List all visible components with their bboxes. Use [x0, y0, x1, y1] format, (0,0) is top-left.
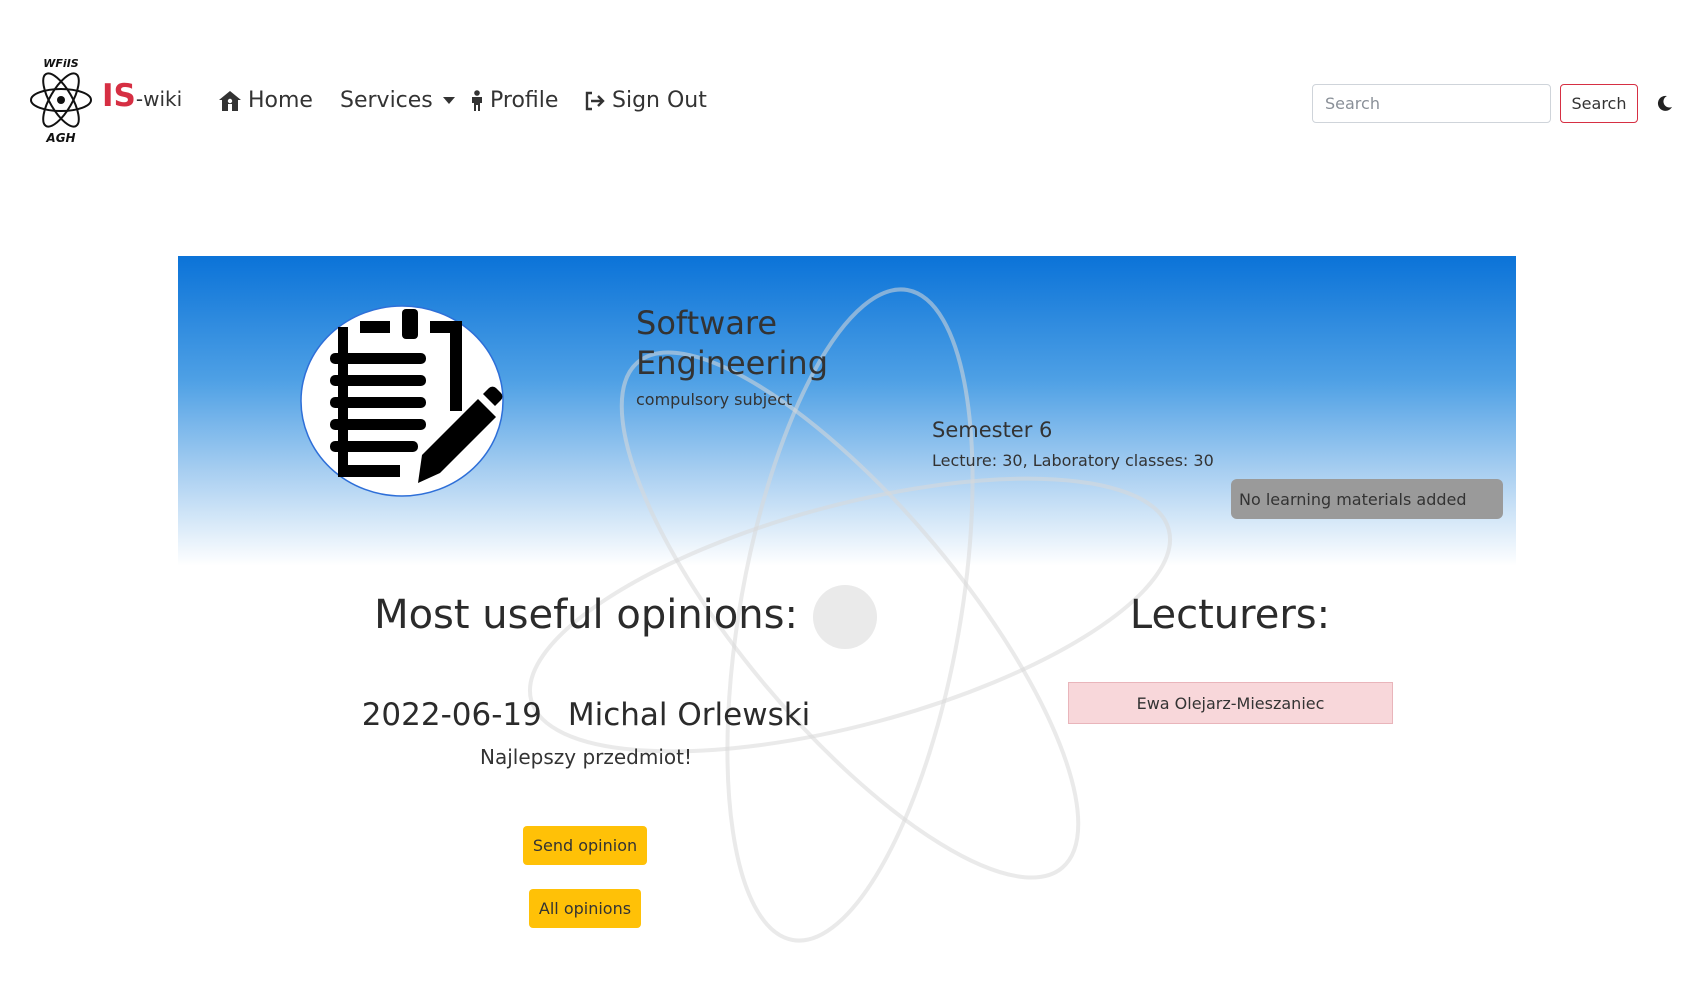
all-opinions-button[interactable]: All opinions	[529, 889, 641, 928]
navbar: WFiIS AGH IS-wiki Home Services Profile …	[0, 0, 1703, 210]
chevron-down-icon	[442, 97, 455, 104]
opinion-date: 2022-06-19	[361, 697, 542, 733]
search-input[interactable]	[1312, 84, 1551, 123]
subject-type: compulsory subject	[636, 390, 793, 409]
lecturer-item[interactable]: Ewa Olejarz-Mieszaniec	[1068, 682, 1393, 724]
semester-label: Semester 6	[932, 418, 1053, 442]
brand-prefix: IS	[102, 78, 136, 114]
hours-label: Lecture: 30, Laboratory classes: 30	[932, 451, 1214, 470]
subject-title: Software Engineering	[636, 304, 828, 382]
nav-profile-label: Profile	[490, 88, 559, 113]
opinion-header: 2022-06-19 Michal Orlewski	[336, 697, 836, 733]
svg-text:AGH: AGH	[45, 131, 75, 145]
person-icon	[472, 89, 482, 111]
svg-text:WFiIS: WFiIS	[43, 57, 79, 70]
nav-services-label: Services	[340, 88, 433, 113]
opinions-heading: Most useful opinions:	[374, 592, 798, 638]
moon-icon[interactable]	[1656, 94, 1674, 112]
brand-suffix: -wiki	[135, 87, 183, 111]
opinion-text: Najlepszy przedmiot!	[480, 745, 692, 769]
search-button[interactable]: Search	[1560, 84, 1638, 123]
nav-services-dropdown[interactable]: Services	[340, 88, 455, 113]
nav-profile[interactable]: Profile	[470, 88, 558, 113]
nav-sign-out[interactable]: Sign Out	[584, 88, 707, 113]
sign-out-icon	[585, 91, 605, 110]
lecturers-heading: Lecturers:	[1129, 592, 1331, 638]
wfiis-agh-logo[interactable]: WFiIS AGH	[26, 55, 96, 145]
nav-sign-out-label: Sign Out	[612, 88, 707, 113]
materials-status-badge: No learning materials added	[1231, 479, 1503, 519]
opinion-author: Michal Orlewski	[567, 697, 811, 733]
nav-home-label: Home	[248, 88, 313, 113]
home-icon	[219, 90, 241, 111]
brand-name[interactable]: IS-wiki	[102, 78, 182, 114]
nav-home[interactable]: Home	[218, 88, 313, 113]
send-opinion-button[interactable]: Send opinion	[523, 826, 647, 865]
notepad-pencil-icon	[300, 305, 504, 497]
